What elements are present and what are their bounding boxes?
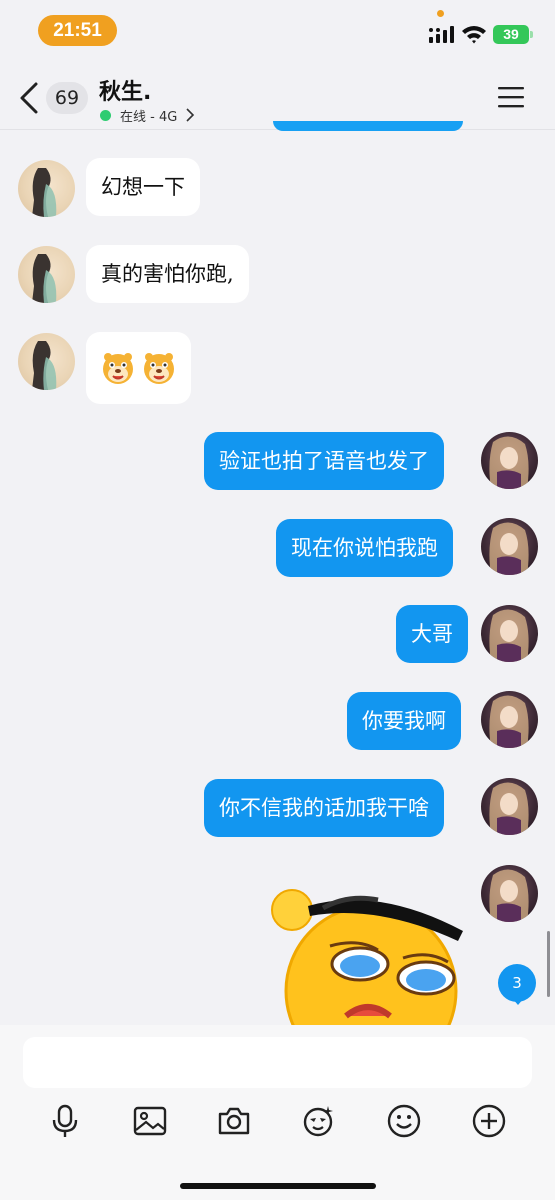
- online-indicator: [100, 109, 111, 121]
- image-icon[interactable]: [132, 1103, 168, 1139]
- message-bubble-outgoing[interactable]: 现在你说怕我跑: [276, 519, 453, 577]
- plus-icon[interactable]: [471, 1103, 507, 1139]
- user-avatar[interactable]: [481, 518, 538, 575]
- composer: [0, 1025, 555, 1200]
- unread-count-badge[interactable]: 69: [46, 82, 88, 114]
- message-bubble-outgoing[interactable]: 你要我啊: [347, 692, 461, 750]
- mic-icon[interactable]: [47, 1103, 83, 1139]
- user-avatar[interactable]: [481, 691, 538, 748]
- wifi-icon: [462, 26, 486, 44]
- status-text: 在线 - 4G: [120, 109, 178, 125]
- contact-status[interactable]: 在线 - 4G: [100, 105, 195, 125]
- sticker-yellow-face[interactable]: [268, 886, 468, 1026]
- battery-tip: [530, 31, 533, 38]
- user-avatar[interactable]: [481, 605, 538, 662]
- back-chevron-icon[interactable]: [14, 80, 44, 116]
- chat-header: 69 秋生. 在线 - 4G: [0, 60, 555, 130]
- message-bubble-outgoing[interactable]: 你不信我的话加我干啥: [204, 779, 444, 837]
- contact-name[interactable]: 秋生.: [99, 74, 151, 106]
- contact-avatar[interactable]: [18, 246, 75, 303]
- previous-message-bubble: [273, 121, 463, 131]
- sticker-icon[interactable]: [301, 1103, 337, 1139]
- message-bubble-incoming[interactable]: [86, 332, 191, 404]
- cellular-signal-icon: [429, 26, 454, 43]
- contact-avatar[interactable]: [18, 333, 75, 390]
- user-avatar[interactable]: [481, 865, 538, 922]
- tiger-face-icon: [143, 352, 174, 384]
- message-bubble-outgoing[interactable]: 验证也拍了语音也发了: [204, 432, 444, 490]
- tiger-face-icon: [103, 352, 133, 384]
- user-avatar[interactable]: [481, 778, 538, 835]
- status-bar: 21:51 39: [0, 0, 555, 60]
- message-bubble-incoming[interactable]: 幻想一下: [86, 158, 200, 216]
- scrollbar[interactable]: [547, 931, 550, 997]
- status-time: 21:51: [38, 15, 117, 46]
- message-input[interactable]: [23, 1037, 532, 1088]
- badge-tail: [512, 998, 524, 1005]
- chevron-right-icon: [186, 108, 195, 122]
- camera-icon[interactable]: [216, 1103, 252, 1139]
- home-indicator[interactable]: [180, 1183, 376, 1189]
- privacy-indicator: [437, 10, 444, 17]
- message-bubble-outgoing[interactable]: 大哥: [396, 605, 468, 663]
- emoji-icon[interactable]: [386, 1103, 422, 1139]
- menu-icon[interactable]: [497, 85, 525, 109]
- message-bubble-incoming[interactable]: 真的害怕你跑,: [86, 245, 249, 303]
- new-message-badge[interactable]: 3: [498, 964, 536, 1002]
- user-avatar[interactable]: [481, 432, 538, 489]
- battery-icon: 39: [493, 25, 529, 44]
- contact-avatar[interactable]: [18, 160, 75, 217]
